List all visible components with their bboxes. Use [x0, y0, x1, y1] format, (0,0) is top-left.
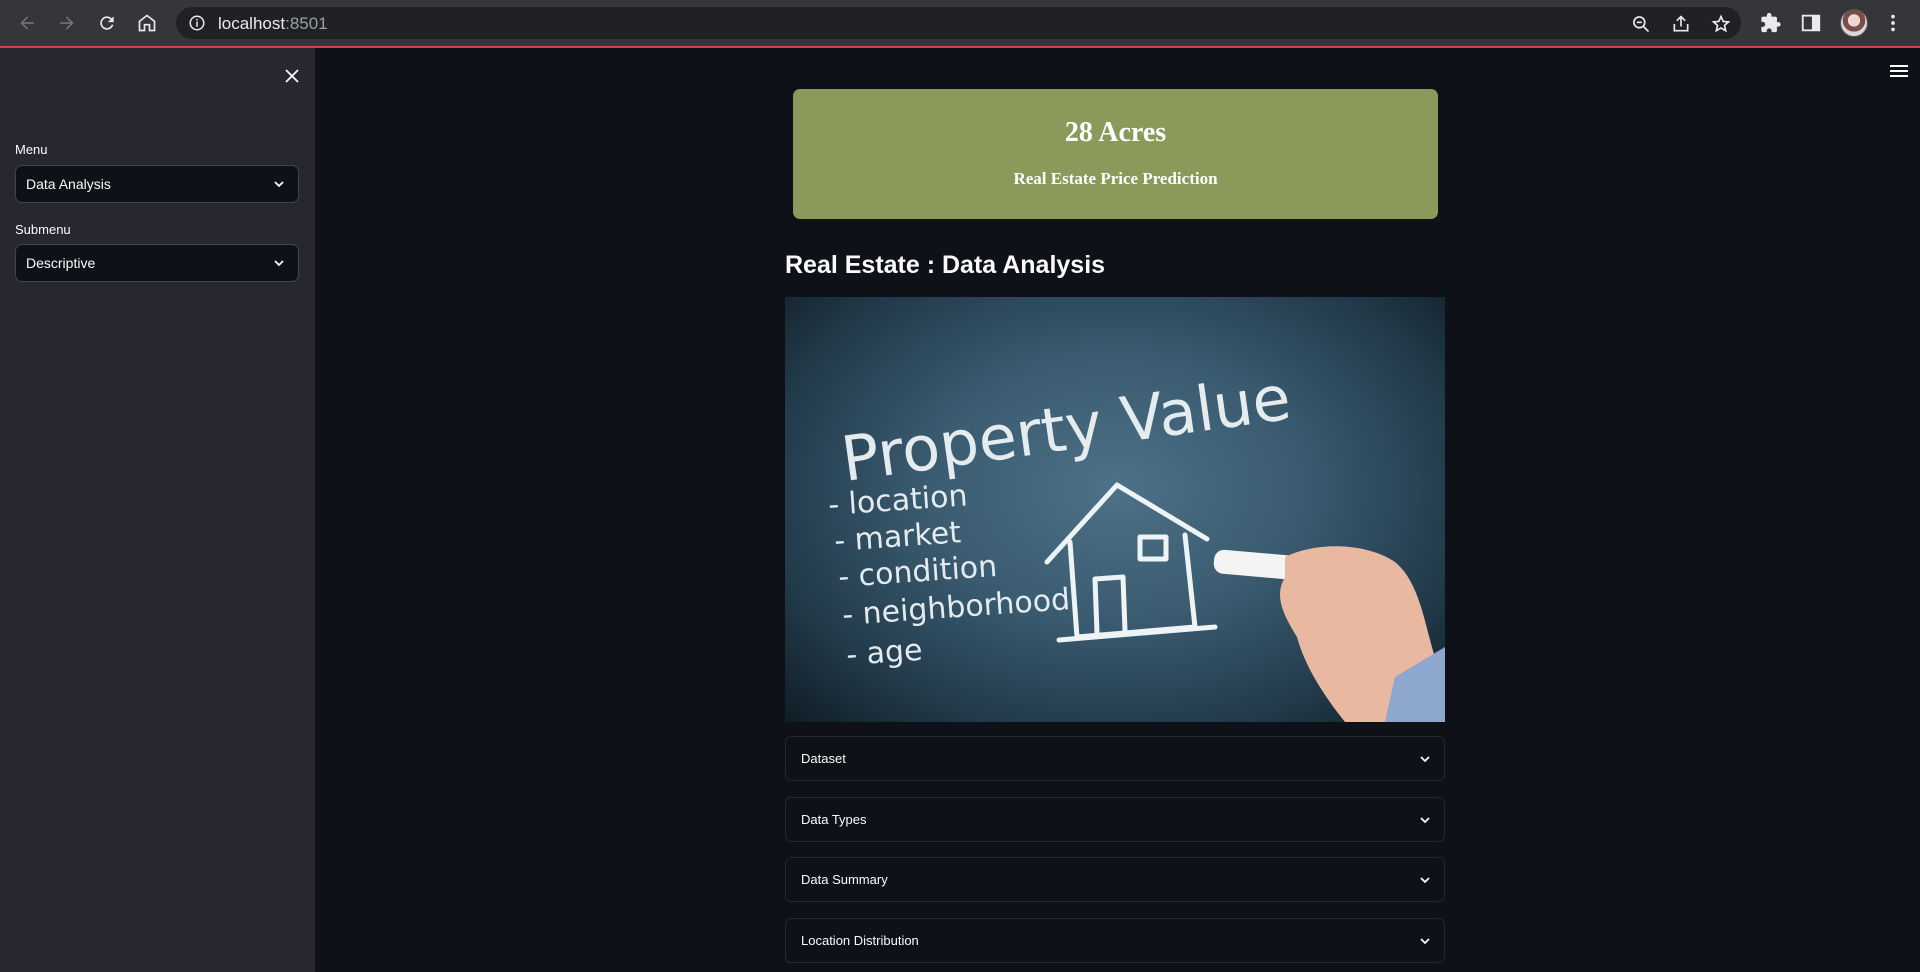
- info-icon[interactable]: [188, 14, 206, 32]
- house-drawing: [1044, 482, 1218, 643]
- back-arrow-icon[interactable]: [12, 8, 42, 38]
- chalkboard-illustration: Property Value - location - market - con…: [827, 361, 1445, 722]
- forward-arrow-icon[interactable]: [52, 8, 82, 38]
- hamburger-menu-icon[interactable]: [1890, 65, 1908, 81]
- submenu-select-value: Descriptive: [26, 255, 96, 271]
- reload-icon[interactable]: [92, 8, 122, 38]
- home-icon[interactable]: [132, 8, 162, 38]
- menu-select-value: Data Analysis: [26, 176, 111, 192]
- expander-label: Dataset: [801, 751, 846, 766]
- menu-select[interactable]: Data Analysis: [15, 165, 299, 203]
- image-item-age: - age: [845, 633, 924, 673]
- sidebar: Menu Data Analysis Submenu Descriptive: [0, 48, 315, 972]
- header-banner: 28 Acres Real Estate Price Prediction: [793, 89, 1438, 219]
- menu-label: Menu: [15, 142, 48, 157]
- banner-title: 28 Acres: [1064, 117, 1167, 148]
- zoom-icon[interactable]: [1631, 14, 1651, 34]
- expander-label: Location Distribution: [801, 933, 919, 948]
- chevron-down-icon: [1420, 877, 1430, 884]
- property-value-image: Property Value - location - market - con…: [785, 297, 1445, 722]
- chevron-down-icon: [274, 181, 284, 188]
- chevron-down-icon: [274, 260, 284, 267]
- url-host: localhost: [218, 14, 286, 33]
- expander-label: Data Summary: [801, 872, 888, 887]
- chevron-down-icon: [1420, 756, 1430, 763]
- kebab-menu-icon[interactable]: [1882, 12, 1904, 34]
- dataset-expander[interactable]: Dataset: [785, 736, 1445, 781]
- main-content: 28 Acres Real Estate Price Prediction Re…: [315, 48, 1920, 972]
- side-panel-icon[interactable]: [1800, 12, 1822, 34]
- submenu-select[interactable]: Descriptive: [15, 244, 299, 282]
- close-sidebar-icon[interactable]: [280, 64, 304, 88]
- url-port: :8501: [285, 14, 328, 33]
- hand-with-chalk: [1213, 546, 1445, 722]
- expander-label: Data Types: [801, 812, 867, 827]
- extensions-icon[interactable]: [1760, 12, 1782, 34]
- location-distribution-expander[interactable]: Location Distribution: [785, 918, 1445, 963]
- browser-toolbar: localhost:8501: [0, 0, 1920, 47]
- data-types-expander[interactable]: Data Types: [785, 797, 1445, 842]
- share-icon[interactable]: [1671, 14, 1691, 34]
- submenu-label: Submenu: [15, 222, 71, 237]
- chevron-down-icon: [1420, 817, 1430, 824]
- data-summary-expander[interactable]: Data Summary: [785, 857, 1445, 902]
- star-icon[interactable]: [1711, 14, 1731, 34]
- image-heading: Property Value: [837, 361, 1295, 496]
- page-title: Real Estate : Data Analysis: [785, 251, 1106, 279]
- address-bar[interactable]: localhost:8501: [176, 7, 1741, 39]
- avatar[interactable]: [1840, 9, 1868, 37]
- banner-subtitle: Real Estate Price Prediction: [1013, 169, 1218, 188]
- chevron-down-icon: [1420, 938, 1430, 945]
- url-text: localhost:8501: [218, 14, 328, 34]
